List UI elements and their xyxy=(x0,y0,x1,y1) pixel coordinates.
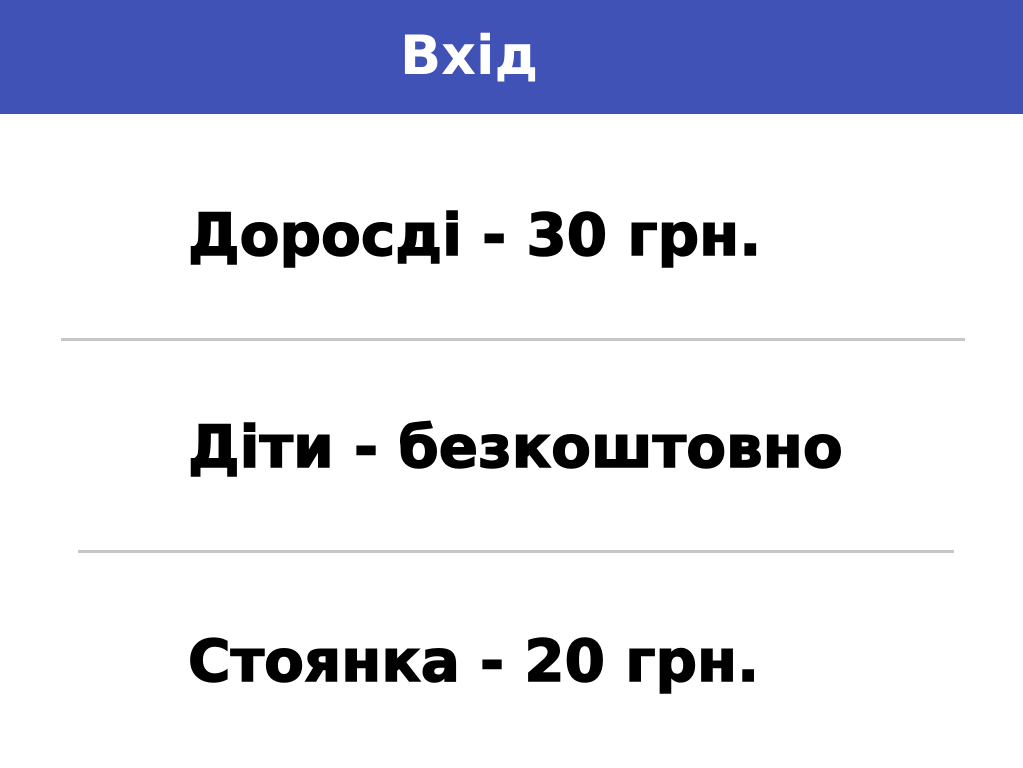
divider xyxy=(61,338,965,341)
adult-price-text: Доросдi - 30 грн. xyxy=(187,200,762,270)
page-title: Вхід xyxy=(400,24,539,87)
price-board: Вхід Доросдi - 30 грн. Діти - безкоштовн… xyxy=(0,0,1023,768)
header-banner: Вхід xyxy=(0,0,1023,114)
children-price-text: Діти - безкоштовно xyxy=(187,412,843,482)
parking-price-text: Стоянка - 20 грн. xyxy=(187,626,760,696)
divider xyxy=(78,550,954,553)
